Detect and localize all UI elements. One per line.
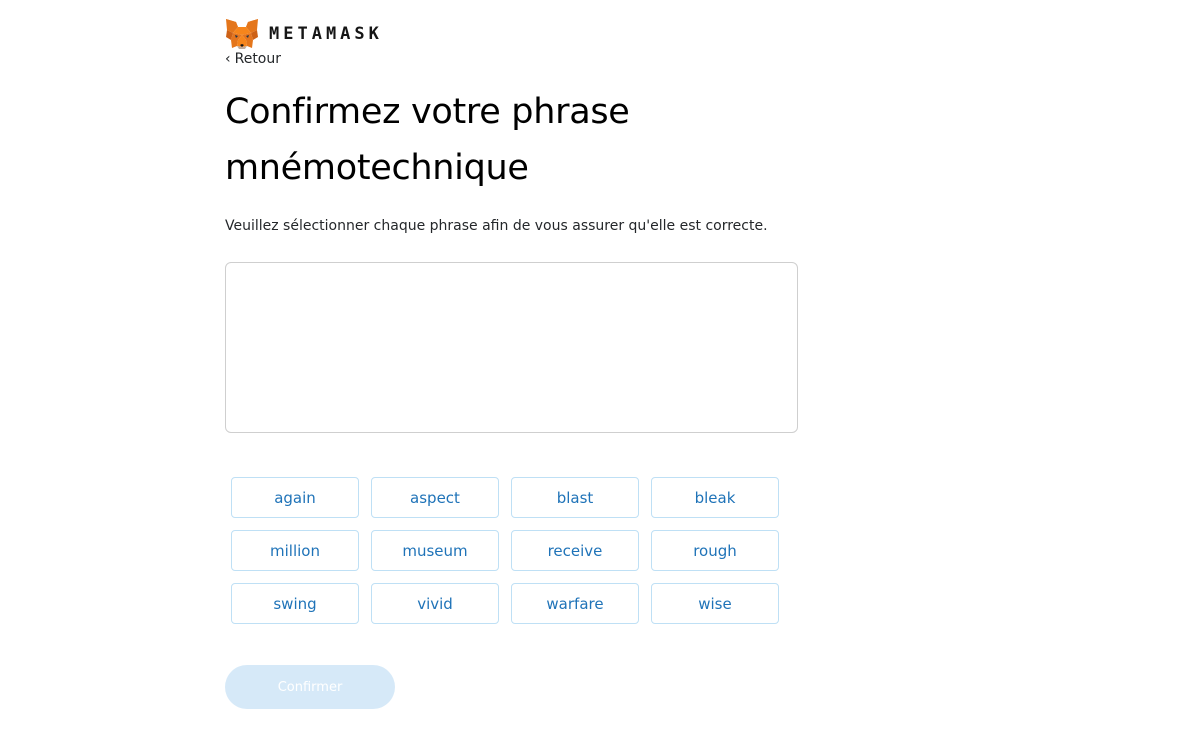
word-button[interactable]: again <box>231 477 359 518</box>
chevron-left-icon: ‹ <box>225 51 231 67</box>
word-button[interactable]: million <box>231 530 359 571</box>
back-link[interactable]: ‹ Retour <box>225 51 281 67</box>
word-button[interactable]: wise <box>651 583 779 624</box>
word-button[interactable]: blast <box>511 477 639 518</box>
metamask-fox-icon <box>226 19 258 49</box>
page-subtitle: Veuillez sélectionner chaque phrase afin… <box>225 218 768 234</box>
word-button[interactable]: swing <box>231 583 359 624</box>
page-title: Confirmez votre phrase mnémotechnique <box>225 92 630 188</box>
word-button[interactable]: vivid <box>371 583 499 624</box>
confirm-button[interactable]: Confirmer <box>225 665 395 709</box>
confirm-seed-phrase-page: METAMASK ‹ Retour Confirmez votre phrase… <box>0 0 1189 755</box>
word-button[interactable]: aspect <box>371 477 499 518</box>
word-button[interactable]: museum <box>371 530 499 571</box>
word-button[interactable]: receive <box>511 530 639 571</box>
brand-header: METAMASK <box>225 18 383 50</box>
word-button-grid: again aspect blast bleak million museum … <box>231 477 779 624</box>
word-button[interactable]: warfare <box>511 583 639 624</box>
word-button[interactable]: rough <box>651 530 779 571</box>
back-link-label: Retour <box>234 51 282 67</box>
word-button[interactable]: bleak <box>651 477 779 518</box>
brand-wordmark: METAMASK <box>269 24 383 44</box>
selected-words-area[interactable] <box>225 262 798 433</box>
